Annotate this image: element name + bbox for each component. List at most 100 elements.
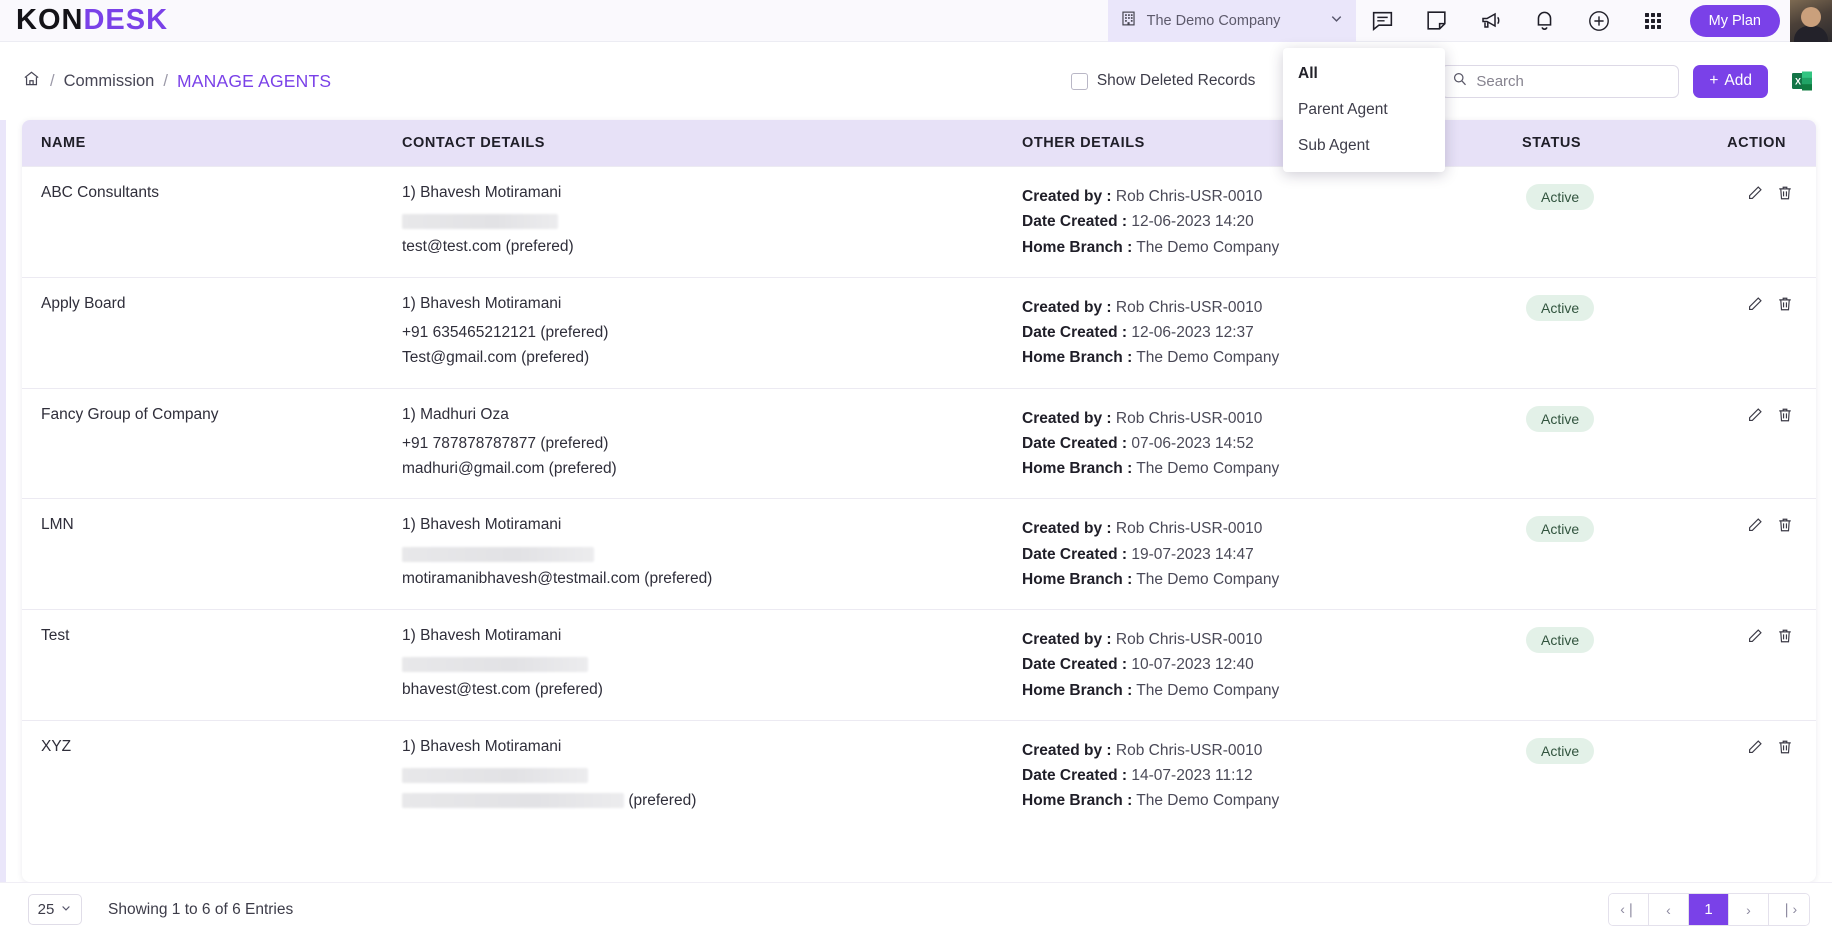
logo-text-desk: DESK	[83, 6, 168, 35]
trash-icon[interactable]	[1764, 406, 1794, 429]
redacted-phone	[402, 214, 558, 229]
chat-icon[interactable]	[1356, 0, 1410, 42]
status-badge: Active	[1526, 295, 1594, 321]
contact-person: 1) Bhavesh Motiramani	[402, 627, 1022, 645]
created-by-row: Created by : Rob Chris-USR-0010	[1022, 184, 1522, 209]
date-created-label: Date Created :	[1022, 324, 1127, 341]
redacted-phone	[402, 657, 588, 672]
plus-circle-icon[interactable]	[1572, 0, 1626, 42]
date-created-row: Date Created : 14-07-2023 11:12	[1022, 763, 1522, 788]
home-icon[interactable]	[22, 69, 41, 93]
table-row: Test1) Bhavesh Motiramanibhavest@test.co…	[22, 610, 1816, 721]
edit-pencil-icon[interactable]	[1734, 738, 1764, 761]
announcement-icon[interactable]	[1464, 0, 1518, 42]
redacted-phone	[402, 768, 588, 783]
agents-table-card: NAME CONTACT DETAILS OTHER DETAILS STATU…	[22, 120, 1816, 882]
table-row: Apply Board 1) Bhavesh Motiramani+91 6354…	[22, 277, 1816, 388]
home-branch-label: Home Branch :	[1022, 792, 1132, 809]
company-selector[interactable]: The Demo Company	[1108, 0, 1356, 42]
trash-icon[interactable]	[1764, 184, 1794, 207]
avatar[interactable]	[1790, 0, 1832, 42]
trash-icon[interactable]	[1764, 516, 1794, 539]
cell-status: Active	[1522, 610, 1702, 721]
edit-pencil-icon[interactable]	[1734, 627, 1764, 650]
my-plan-button[interactable]: My Plan	[1690, 5, 1780, 37]
cell-other-details: Created by : Rob Chris-USR-0010Date Crea…	[1022, 388, 1522, 499]
trash-icon[interactable]	[1764, 738, 1794, 761]
dropdown-item-sub-agent[interactable]: Sub Agent	[1283, 128, 1445, 164]
excel-export-icon[interactable]: X	[1788, 67, 1816, 95]
cell-contact-details: 1) Bhavesh Motiramani (prefered)	[402, 720, 1022, 830]
cell-other-details: Created by : Rob Chris-USR-0010Date Crea…	[1022, 610, 1522, 721]
trash-icon[interactable]	[1764, 295, 1794, 318]
home-branch-value: The Demo Company	[1136, 460, 1279, 477]
contact-phone-line	[402, 209, 1022, 234]
home-branch-label: Home Branch :	[1022, 460, 1132, 477]
agent-name: Apply Board	[41, 295, 125, 312]
status-badge: Active	[1526, 738, 1594, 764]
cell-name: Test	[22, 610, 402, 721]
edit-pencil-icon[interactable]	[1734, 406, 1764, 429]
date-created-label: Date Created :	[1022, 213, 1127, 230]
last-page-button[interactable]: ❘›	[1769, 894, 1809, 925]
note-icon[interactable]	[1410, 0, 1464, 42]
table-body: ABC Consultants1) Bhavesh Motiramanitest…	[22, 167, 1816, 831]
redacted-phone	[402, 547, 594, 562]
date-created-label: Date Created :	[1022, 435, 1127, 452]
cell-other-details: Created by : Rob Chris-USR-0010Date Crea…	[1022, 277, 1522, 388]
created-by-label: Created by :	[1022, 631, 1112, 648]
dropdown-item-all[interactable]: All	[1283, 56, 1445, 92]
created-by-label: Created by :	[1022, 299, 1112, 316]
breadcrumb-parent[interactable]: Commission	[64, 72, 155, 91]
search-icon	[1452, 71, 1468, 92]
page-1-button[interactable]: 1	[1689, 894, 1729, 925]
cell-status: Active	[1522, 388, 1702, 499]
prev-page-button[interactable]: ‹	[1649, 894, 1689, 925]
home-branch-value: The Demo Company	[1136, 349, 1279, 366]
date-created-row: Date Created : 12-06-2023 14:20	[1022, 209, 1522, 234]
home-branch-value: The Demo Company	[1136, 571, 1279, 588]
agent-name: LMN	[41, 516, 74, 533]
showing-entries-text: Showing 1 to 6 of 6 Entries	[108, 901, 293, 919]
apps-grid-icon[interactable]	[1626, 0, 1680, 42]
show-deleted-checkbox[interactable]	[1071, 73, 1088, 90]
cell-contact-details: 1) Bhavesh Motiramani+91 635465212121 (p…	[402, 277, 1022, 388]
chevron-down-icon	[1329, 11, 1344, 31]
page-size-value: 25	[38, 901, 55, 918]
home-branch-row: Home Branch : The Demo Company	[1022, 567, 1522, 592]
contact-email-line: test@test.com (prefered)	[402, 234, 1022, 259]
app-logo[interactable]: KONDESK	[16, 6, 168, 35]
created-by-value: Rob Chris-USR-0010	[1116, 520, 1262, 537]
home-branch-value: The Demo Company	[1136, 682, 1279, 699]
page-size-select[interactable]: 25	[28, 894, 82, 925]
first-page-button[interactable]: ‹❘	[1609, 894, 1649, 925]
breadcrumb-toolbar: / Commission / MANAGE AGENTS Show Delete…	[0, 42, 1832, 120]
bell-icon[interactable]	[1518, 0, 1572, 42]
cell-contact-details: 1) Bhavesh Motiramanitest@test.com (pref…	[402, 167, 1022, 278]
edit-pencil-icon[interactable]	[1734, 295, 1764, 318]
dropdown-item-parent-agent[interactable]: Parent Agent	[1283, 92, 1445, 128]
contact-phone: +91 787878787877 (prefered)	[402, 435, 608, 452]
next-page-button[interactable]: ›	[1729, 894, 1769, 925]
edit-pencil-icon[interactable]	[1734, 516, 1764, 539]
left-rail	[0, 42, 6, 936]
trash-icon[interactable]	[1764, 627, 1794, 650]
cell-status: Active	[1522, 277, 1702, 388]
search-box[interactable]	[1441, 65, 1679, 98]
cell-name: Fancy Group of Company	[22, 388, 402, 499]
agent-type-dropdown-menu[interactable]: All Parent Agent Sub Agent	[1283, 48, 1445, 172]
home-branch-label: Home Branch :	[1022, 682, 1132, 699]
created-by-label: Created by :	[1022, 520, 1112, 537]
show-deleted-records-toggle[interactable]: Show Deleted Records	[1071, 72, 1256, 90]
cell-action	[1702, 499, 1816, 610]
breadcrumb: / Commission / MANAGE AGENTS	[22, 69, 331, 93]
search-input[interactable]	[1476, 73, 1675, 90]
edit-pencil-icon[interactable]	[1734, 184, 1764, 207]
cell-action	[1702, 277, 1816, 388]
agents-table: NAME CONTACT DETAILS OTHER DETAILS STATU…	[22, 120, 1816, 831]
add-button[interactable]: + Add	[1693, 65, 1768, 98]
home-branch-row: Home Branch : The Demo Company	[1022, 456, 1522, 481]
cell-action	[1702, 167, 1816, 278]
page-title: MANAGE AGENTS	[177, 71, 331, 92]
date-created-value: 14-07-2023 11:12	[1131, 767, 1252, 784]
